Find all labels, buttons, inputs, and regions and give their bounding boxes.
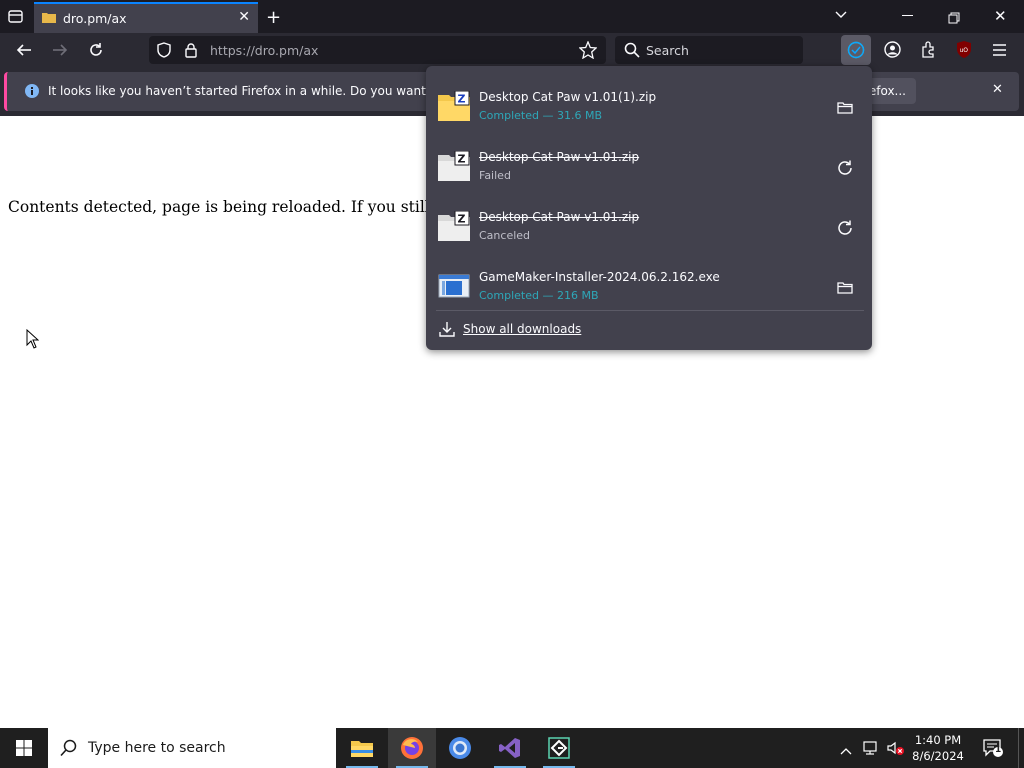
- clock-time: 1:40 PM: [914, 733, 962, 747]
- folder-favicon-icon: [42, 13, 56, 23]
- downloads-button[interactable]: [841, 35, 871, 65]
- volume-muted-icon[interactable]: [886, 740, 906, 760]
- reload-button[interactable]: [82, 36, 110, 64]
- download-item[interactable]: Z Desktop Cat Paw v1.01.zip Canceled: [430, 194, 868, 250]
- menu-icon[interactable]: [992, 42, 1007, 61]
- search-icon: [60, 739, 77, 757]
- ublock-origin-icon[interactable]: uO: [955, 40, 973, 63]
- search-placeholder: Search: [646, 43, 689, 58]
- show-hidden-icons-chevron-icon[interactable]: [840, 741, 852, 760]
- download-status: Completed — 216 MB: [479, 289, 599, 302]
- network-icon[interactable]: [862, 740, 880, 760]
- page-message: Contents detected, page is being reloade…: [8, 198, 496, 216]
- windows-logo-icon: [16, 740, 32, 756]
- svg-text:uO: uO: [960, 47, 969, 54]
- taskbar-clock[interactable]: 1:40 PM 8/6/2024: [906, 732, 970, 764]
- taskbar-search-placeholder: Type here to search: [88, 740, 226, 756]
- download-status: Canceled: [479, 229, 531, 242]
- download-item[interactable]: Z Desktop Cat Paw v1.01.zip Failed: [430, 134, 868, 190]
- url-text[interactable]: https://dro.pm/ax: [210, 43, 318, 58]
- forward-button[interactable]: [46, 36, 74, 64]
- action-center-icon[interactable]: 1: [982, 738, 1004, 762]
- tab-active[interactable]: dro.pm/ax ✕: [34, 2, 258, 33]
- search-icon: [624, 42, 640, 58]
- tab-close-icon[interactable]: ✕: [238, 9, 250, 25]
- file-explorer-icon[interactable]: [338, 728, 386, 768]
- list-all-tabs-icon[interactable]: [7, 8, 24, 29]
- firefox-icon[interactable]: [388, 728, 436, 768]
- account-icon[interactable]: [884, 41, 901, 62]
- zip-file-icon: Z: [438, 91, 470, 121]
- show-desktop-button[interactable]: [1018, 728, 1024, 768]
- new-tab-button[interactable]: +: [266, 7, 281, 28]
- mouse-cursor-icon: [26, 329, 39, 349]
- download-icon: [439, 322, 455, 337]
- bookmark-star-icon[interactable]: [579, 41, 597, 59]
- notification-close-icon[interactable]: ✕: [992, 82, 1003, 97]
- gamemaker-icon[interactable]: [535, 728, 583, 768]
- shield-icon[interactable]: [156, 42, 172, 58]
- notification-message: It looks like you haven’t started Firefo…: [48, 84, 490, 98]
- download-status: Failed: [479, 169, 511, 182]
- url-bar[interactable]: https://dro.pm/ax: [149, 36, 606, 64]
- retry-icon[interactable]: [836, 219, 854, 237]
- tab-title: dro.pm/ax: [63, 11, 127, 26]
- zip-file-icon: Z: [438, 151, 470, 181]
- show-all-downloads-button[interactable]: Show all downloads: [436, 316, 864, 344]
- back-button[interactable]: [10, 36, 38, 64]
- open-folder-icon[interactable]: [836, 279, 854, 297]
- window-close-button[interactable]: ✕: [994, 7, 1007, 25]
- clock-date: 8/6/2024: [912, 749, 964, 763]
- show-all-downloads-label: Show all downloads: [463, 322, 582, 336]
- open-folder-icon[interactable]: [836, 99, 854, 117]
- svg-text:Z: Z: [458, 213, 466, 226]
- download-filename: Desktop Cat Paw v1.01(1).zip: [479, 90, 657, 104]
- search-bar[interactable]: Search: [615, 36, 803, 64]
- zip-file-icon: Z: [438, 211, 470, 241]
- svg-text:Z: Z: [458, 153, 466, 166]
- lock-icon[interactable]: [184, 42, 198, 58]
- visual-studio-icon[interactable]: [486, 728, 534, 768]
- minimize-button[interactable]: [902, 15, 913, 16]
- taskbar-search-box[interactable]: Type here to search: [48, 728, 336, 768]
- download-filename: GameMaker-Installer-2024.06.2.162.exe: [479, 270, 720, 284]
- chrome-icon[interactable]: [436, 728, 484, 768]
- download-filename: Desktop Cat Paw v1.01.zip: [479, 150, 640, 164]
- notification-count-badge: 1: [995, 745, 1002, 755]
- exe-file-icon: [438, 274, 470, 298]
- start-button[interactable]: [0, 728, 48, 768]
- info-icon: [25, 84, 39, 98]
- download-item[interactable]: Z Desktop Cat Paw v1.01(1).zip Completed…: [430, 74, 868, 130]
- restore-button[interactable]: [948, 9, 960, 28]
- download-complete-icon: [847, 41, 865, 59]
- download-filename: Desktop Cat Paw v1.01.zip: [479, 210, 640, 224]
- retry-icon[interactable]: [836, 159, 854, 177]
- download-status: Completed — 31.6 MB: [479, 109, 603, 122]
- chevron-down-icon[interactable]: [834, 8, 848, 26]
- extensions-icon[interactable]: [920, 41, 937, 62]
- svg-text:Z: Z: [458, 93, 466, 106]
- download-item[interactable]: GameMaker-Installer-2024.06.2.162.exe Co…: [430, 254, 868, 310]
- downloads-panel: Z Desktop Cat Paw v1.01(1).zip Completed…: [426, 66, 872, 350]
- panel-divider: [436, 310, 864, 311]
